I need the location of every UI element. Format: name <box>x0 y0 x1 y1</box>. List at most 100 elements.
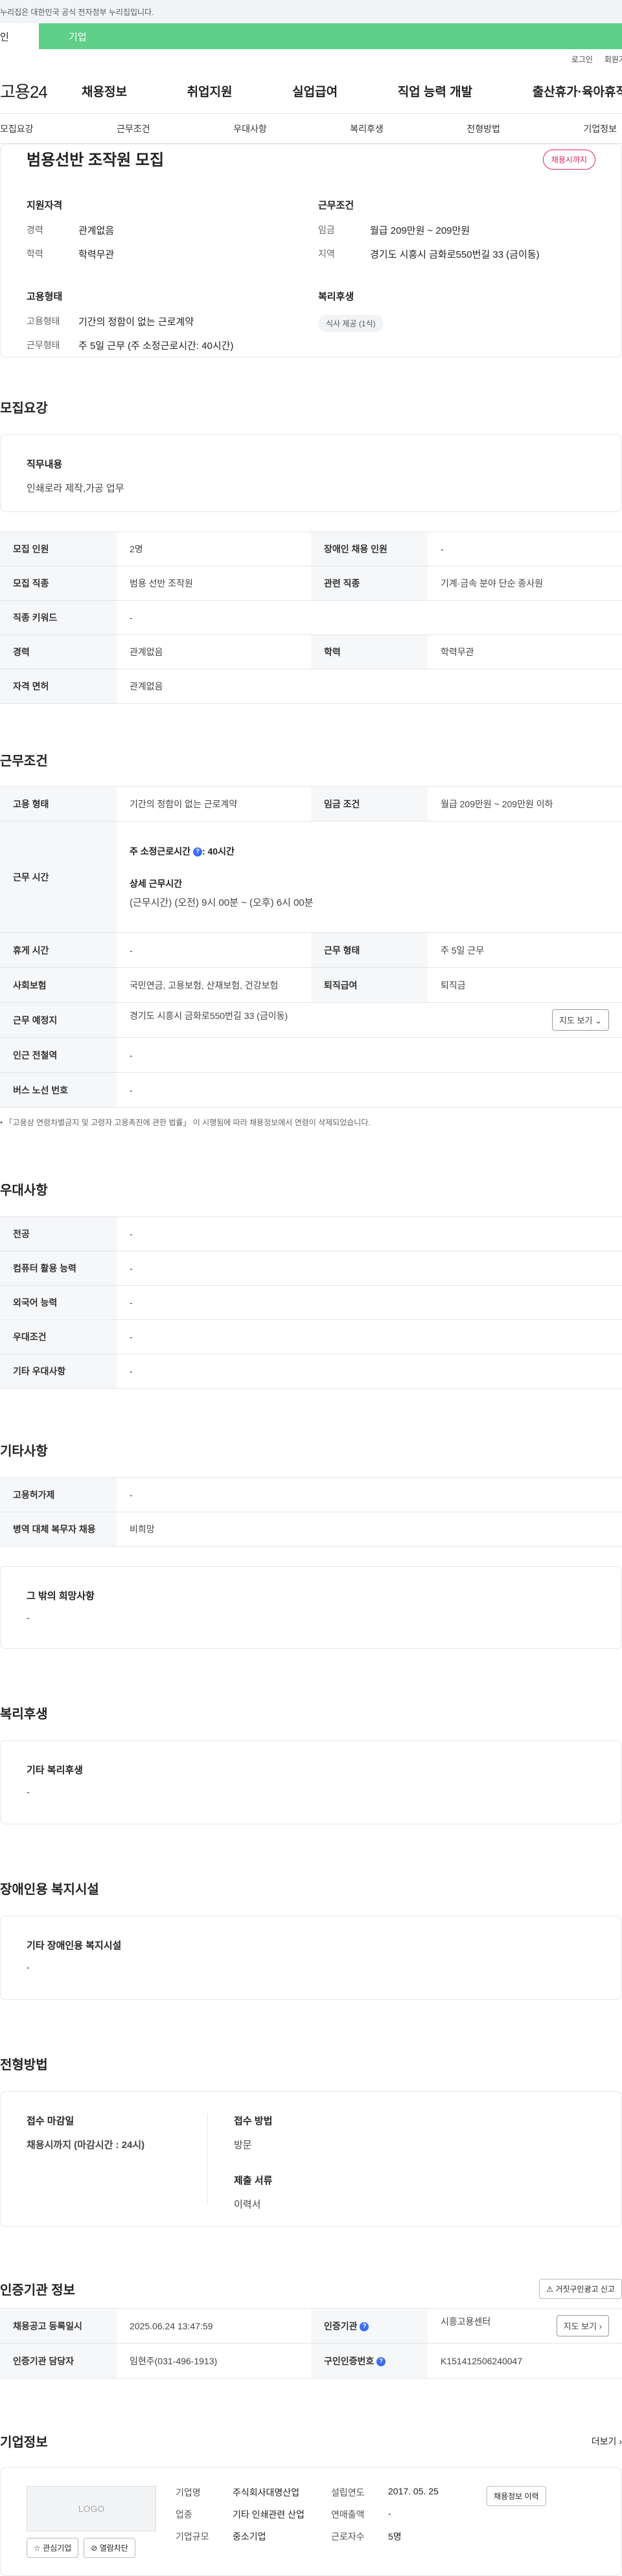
kv-value: 경기도 시흥시 금화로550번길 33 (금이동) <box>370 249 540 260</box>
cell-key: 직종 키워드 <box>0 600 117 635</box>
cell-key: 고용 형태 <box>0 786 117 822</box>
company-logo-col: LOGO ☆ 관심기업 ⊘ 열람차단 <box>27 2486 176 2558</box>
cond-row: 지역 경기도 시흥시 금화로550번길 33 (금이동) <box>318 247 610 261</box>
work-section: 근무조건 고용 형태 기간의 정함이 없는 근로계약 임금 조건 월급 209만원 ~… <box>0 750 622 1128</box>
kv-value: 월급 209만원 ~ 209만원 <box>370 225 470 236</box>
star-icon: ☆ <box>34 2544 41 2553</box>
tab-company[interactable]: 기업정보 <box>583 122 617 135</box>
info-key: 연매출액 <box>331 2509 365 2520</box>
info-row: 기업규모 중소기업 <box>176 2530 331 2543</box>
block-button[interactable]: ⊘ 열람차단 <box>84 2538 135 2558</box>
gnb-item-unemployment[interactable]: 실업급여 <box>292 82 338 100</box>
tab-work[interactable]: 근무조건 <box>117 122 150 135</box>
gnb-item-parental-leave[interactable]: 출산휴가·육아휴직 <box>533 82 622 100</box>
cell-key: 휴게 시간 <box>0 932 117 968</box>
summary-card: 범용선반 조작원 모집 채용시까지 지원자격 경력 관계없음 학력 학력무관 근무조… <box>0 144 622 357</box>
docs-heading: 제출 서류 <box>234 2175 273 2186</box>
cell-value: 기간의 정함이 없는 근로계약 <box>117 786 311 822</box>
table-row: 기타 우대사항 - <box>0 1354 622 1389</box>
cert-map-button[interactable]: 지도 보기 › <box>556 2315 609 2336</box>
recruit-table: 모집 인원 2명 장애인 채용 인원 - 모집 직종 범용 선반 조작원 관련 직종 기계·… <box>0 532 622 704</box>
cert-table: 채용공고 등록일시 2025.06.24 13:47:59 인증기관 ? 시흥고용센터… <box>0 2308 622 2379</box>
company-header: 기업정보 더보기 › <box>0 2432 622 2450</box>
etc-table: 고용허가제 - 병역 대체 복무자 채용 비희망 <box>0 1477 622 1547</box>
favorite-button[interactable]: ☆ 관심기업 <box>27 2538 79 2558</box>
cell-value: 범용 선반 조작원 <box>117 566 311 601</box>
cell-value: 관계없음 <box>117 669 622 704</box>
report-button-label: 거짓구인광고 신고 <box>555 2285 615 2294</box>
etc-section: 기타사항 고용허가제 - 병역 대체 복무자 채용 비희망 그 밖의 희망사항 - <box>0 1440 622 1649</box>
tab-recruit[interactable]: 모집요강 <box>0 122 34 135</box>
pref-section: 우대사항 전공 - 컴퓨터 활용 능력 - 외국어 능력 - 우대조건 - 기타 우대사… <box>0 1180 622 1389</box>
process-heading: 전형방법 <box>0 2058 48 2072</box>
welfare-pill: 식사 제공 (1식) <box>318 315 384 332</box>
map-button[interactable]: 지도 보기 ⌄ <box>552 1009 609 1031</box>
cell-value: 월급 209만원 ~ 209만원 이하 <box>428 786 622 822</box>
cell-value: 관계없음 <box>117 634 311 669</box>
report-button[interactable]: ⚠ 거짓구인광고 신고 <box>539 2279 622 2299</box>
cell-value: - <box>117 1319 622 1354</box>
company-heading: 기업정보 <box>0 2436 48 2450</box>
process-box: 접수 마감일 채용시까지 (마감시간 : 24시) 접수 방법 방문 제출 서류… <box>0 2091 622 2227</box>
info-row: 설립연도 2017. 05. 25 <box>331 2486 487 2499</box>
tab-individual[interactable]: 인 <box>0 23 39 49</box>
benefit-box-value: - <box>27 1787 30 1798</box>
cell-key: 기타 우대사항 <box>0 1354 117 1389</box>
table-row: 경력 관계없음 학력 학력무관 <box>0 634 622 669</box>
user-type-tabs: 인 기업 <box>0 23 622 49</box>
tab-company[interactable]: 기업 <box>39 23 622 49</box>
table-row: 직종 키워드 - <box>0 600 622 635</box>
table-row: 자격 면허 관계없음 <box>0 669 622 704</box>
gnb-item-employment-support[interactable]: 취업지원 <box>187 82 233 100</box>
info-icon[interactable]: ? <box>360 2322 369 2331</box>
emp-row: 고용형태 기간의 정함이 없는 근로계약 <box>27 315 318 328</box>
work-table: 고용 형태 기간의 정함이 없는 근로계약 임금 조건 월급 209만원 ~ 209만… <box>0 786 622 1108</box>
company-info-col-1: 기업명 주식회사대명산업 업종 기타 인쇄관련 산업 기업규모 중소기업 <box>176 2486 331 2557</box>
cell-key: 근무 시간 <box>0 821 117 933</box>
cert-header: 인증기관 정보 ⚠ 거짓구인광고 신고 <box>0 2279 622 2299</box>
cert-org-label: 인증기관 <box>324 2320 358 2331</box>
history-button[interactable]: 채용정보 이력 <box>487 2486 546 2506</box>
etc-box: 그 밖의 희망사항 - <box>0 1566 622 1649</box>
etc-box-heading: 그 밖의 희망사항 <box>27 1591 95 1602</box>
cert-heading: 인증기관 정보 <box>0 2283 75 2298</box>
table-row: 근무 예정지 경기도 시흥시 금화로550번길 33 (금이동) 지도 보기 ⌄ <box>0 1002 622 1038</box>
docs-value: 이력서 <box>234 2199 261 2210</box>
gov-notice-text: 누리집은 대한민국 공식 전자정부 누리집입니다. <box>0 7 154 17</box>
hours-detail-value: (근무시간) (오전) 9시 00분 ~ (오후) 6시 00분 <box>130 897 314 908</box>
login-link[interactable]: 로그인 <box>571 54 593 65</box>
kv-value: 관계없음 <box>78 225 115 236</box>
tab-process[interactable]: 전형방법 <box>466 122 500 135</box>
disabled-box: 기타 장애인용 복지시설 - <box>0 1916 622 2000</box>
qual-row: 학력 학력무관 <box>27 247 318 261</box>
info-row: 기업명 주식회사대명산업 <box>176 2486 331 2499</box>
cell-key: 근무 예정지 <box>0 1002 117 1038</box>
table-row: 고용 형태 기간의 정함이 없는 근로계약 임금 조건 월급 209만원 ~ 209만… <box>0 786 622 822</box>
info-icon[interactable]: ? <box>192 847 202 857</box>
cell-key: 학력 <box>311 634 428 669</box>
gnb-item-training[interactable]: 직업 능력 개발 <box>398 82 472 100</box>
company-actions: ☆ 관심기업 ⊘ 열람차단 <box>27 2538 176 2558</box>
join-link[interactable]: 회원가 <box>605 54 622 65</box>
section-tabs: 모집요강 근무조건 우대사항 복리후생 전형방법 기업정보 <box>0 114 622 144</box>
company-info-col-2: 설립연도 2017. 05. 25 연매출액 - 근로자수 5명 <box>331 2486 487 2557</box>
cell-value: - <box>117 932 311 968</box>
kv-key: 근무형태 <box>27 340 60 350</box>
cell-key: 경력 <box>0 634 117 669</box>
process-section: 전형방법 접수 마감일 채용시까지 (마감시간 : 24시) 접수 방법 방문 … <box>0 2054 622 2227</box>
tab-benefit[interactable]: 복리후생 <box>350 122 384 135</box>
duty-box: 직무내용 인쇄로라 제작,가공 업무 <box>0 434 622 512</box>
more-link[interactable]: 더보기 › <box>592 2435 622 2448</box>
cert-section: 인증기관 정보 ⚠ 거짓구인광고 신고 채용공고 등록일시 2025.06.24 … <box>0 2279 622 2379</box>
emp-heading: 고용형태 <box>27 291 63 302</box>
table-row: 전공 - <box>0 1216 622 1251</box>
cell-key: 전공 <box>0 1216 117 1251</box>
tab-pref[interactable]: 우대사항 <box>233 122 267 135</box>
gnb-item-jobs[interactable]: 채용정보 <box>82 82 127 100</box>
site-logo[interactable]: 고용24 <box>0 79 82 103</box>
disabled-box-value: - <box>27 1962 30 1973</box>
welfare-heading: 복리후생 <box>318 291 354 302</box>
cell-key: 자격 면허 <box>0 669 117 704</box>
info-icon[interactable]: ? <box>376 2357 386 2366</box>
cell-key: 버스 노선 번호 <box>0 1072 117 1108</box>
